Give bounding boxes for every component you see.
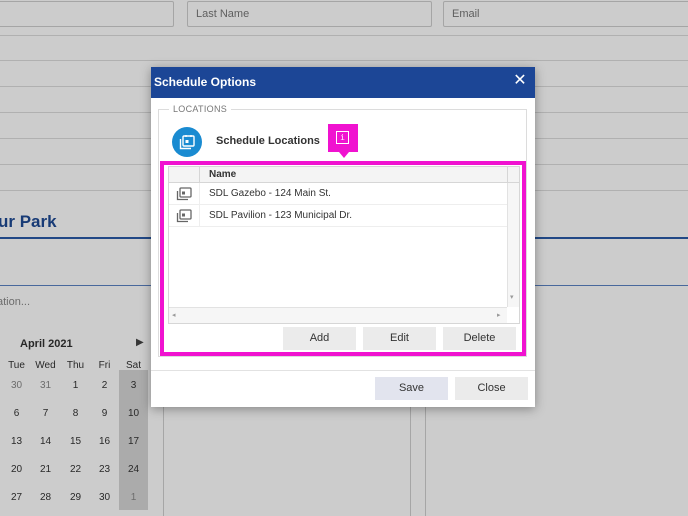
save-button[interactable]: Save <box>375 377 448 400</box>
locations-legend: LOCATIONS <box>169 104 232 114</box>
calendar-location-icon <box>172 127 202 157</box>
close-button[interactable]: Close <box>455 377 528 400</box>
info-badge-pointer <box>339 152 349 158</box>
close-icon[interactable]: ✕ <box>511 72 529 90</box>
info-icon: i <box>336 131 349 144</box>
info-badge: i <box>328 124 358 158</box>
dialog-title: Schedule Options <box>154 75 257 89</box>
highlight-box <box>160 161 526 356</box>
dialog-header: Schedule Options ✕ <box>151 67 535 98</box>
schedule-locations-label: Schedule Locations <box>216 135 320 147</box>
dialog-footer-divider <box>151 370 535 371</box>
